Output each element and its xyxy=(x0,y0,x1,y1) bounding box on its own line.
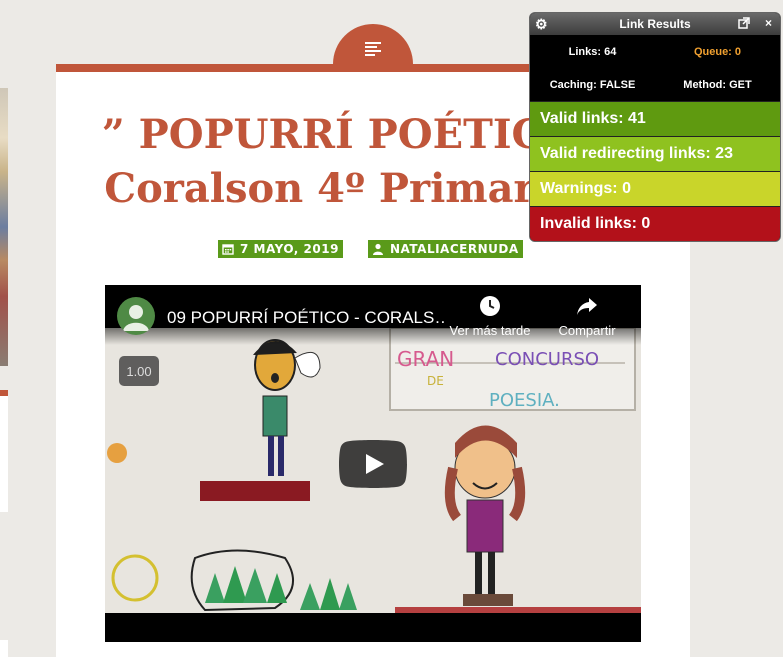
play-button[interactable] xyxy=(339,440,407,488)
watch-later-label: Ver más tarde xyxy=(449,323,531,338)
post-date-link[interactable]: 7 MAYO, 2019 xyxy=(218,240,343,258)
clock-icon xyxy=(480,296,500,316)
video-bottom-bar xyxy=(105,613,641,642)
share-label: Compartir xyxy=(558,323,616,338)
link-results-header[interactable]: ⚙ Link Results × xyxy=(530,13,780,35)
post-author-link[interactable]: NATALIACERNUDA xyxy=(368,240,523,258)
sidebar-widget-bottom xyxy=(0,640,8,657)
invalid-links-row[interactable]: Invalid links: 0 xyxy=(530,206,780,241)
scene-text-poesia: POESIA. xyxy=(489,390,560,411)
post-title-line-2: Coralson 4º Primaria xyxy=(104,165,576,212)
scene-text-concurso: CONCURSO xyxy=(495,349,599,370)
method-status: Method: GET xyxy=(683,78,752,91)
valid-redirecting-links-row[interactable]: Valid redirecting links: 23 xyxy=(530,136,780,171)
youtube-video-player[interactable]: GRAN CONCURSO DE POESIA. 09 POPURRÍ POÉT… xyxy=(105,285,641,642)
popout-icon[interactable] xyxy=(738,17,750,29)
scene-text-gran: GRAN xyxy=(397,347,454,371)
user-icon xyxy=(373,243,383,255)
gear-icon[interactable]: ⚙ xyxy=(535,17,548,31)
valid-links-row[interactable]: Valid links: 41 xyxy=(530,101,780,136)
calendar-icon xyxy=(222,244,234,255)
menu-icon xyxy=(365,42,381,56)
scene-text-de: DE xyxy=(427,374,444,388)
previous-post-thumbnail[interactable] xyxy=(0,88,8,366)
close-icon[interactable]: × xyxy=(765,16,772,30)
links-count: Links: 64 xyxy=(568,45,617,58)
channel-avatar[interactable] xyxy=(117,297,155,335)
post-title[interactable]: ” POPURRÍ POÉTICO Coralson 4º Primaria xyxy=(80,108,600,216)
video-title-link[interactable]: 09 POPURRÍ POÉTICO - CORALS… xyxy=(167,308,447,328)
queue-count: Queue: 0 xyxy=(693,45,742,58)
caching-status: Caching: FALSE xyxy=(549,78,636,91)
link-stats-row: Links: 64 Queue: 0 xyxy=(530,35,780,68)
user-icon xyxy=(123,305,149,331)
share-icon xyxy=(577,298,597,315)
playback-speed-indicator[interactable]: 1.00 xyxy=(119,356,159,386)
link-results-panel: ⚙ Link Results × Links: 64 Queue: 0 Cach… xyxy=(529,12,781,242)
watch-later-button[interactable]: Ver más tarde xyxy=(447,295,533,338)
menu-toggle-button[interactable] xyxy=(333,24,413,72)
post-date: 7 MAYO, 2019 xyxy=(240,242,339,256)
warnings-row[interactable]: Warnings: 0 xyxy=(530,171,780,206)
sidebar-widget xyxy=(0,396,8,512)
post-title-line-1: ” POPURRÍ POÉTICO xyxy=(101,111,579,158)
link-results-title: Link Results xyxy=(619,17,691,31)
post-author: NATALIACERNUDA xyxy=(390,242,519,256)
share-button[interactable]: Compartir xyxy=(555,295,619,338)
link-settings-row: Caching: FALSE Method: GET xyxy=(530,68,780,101)
